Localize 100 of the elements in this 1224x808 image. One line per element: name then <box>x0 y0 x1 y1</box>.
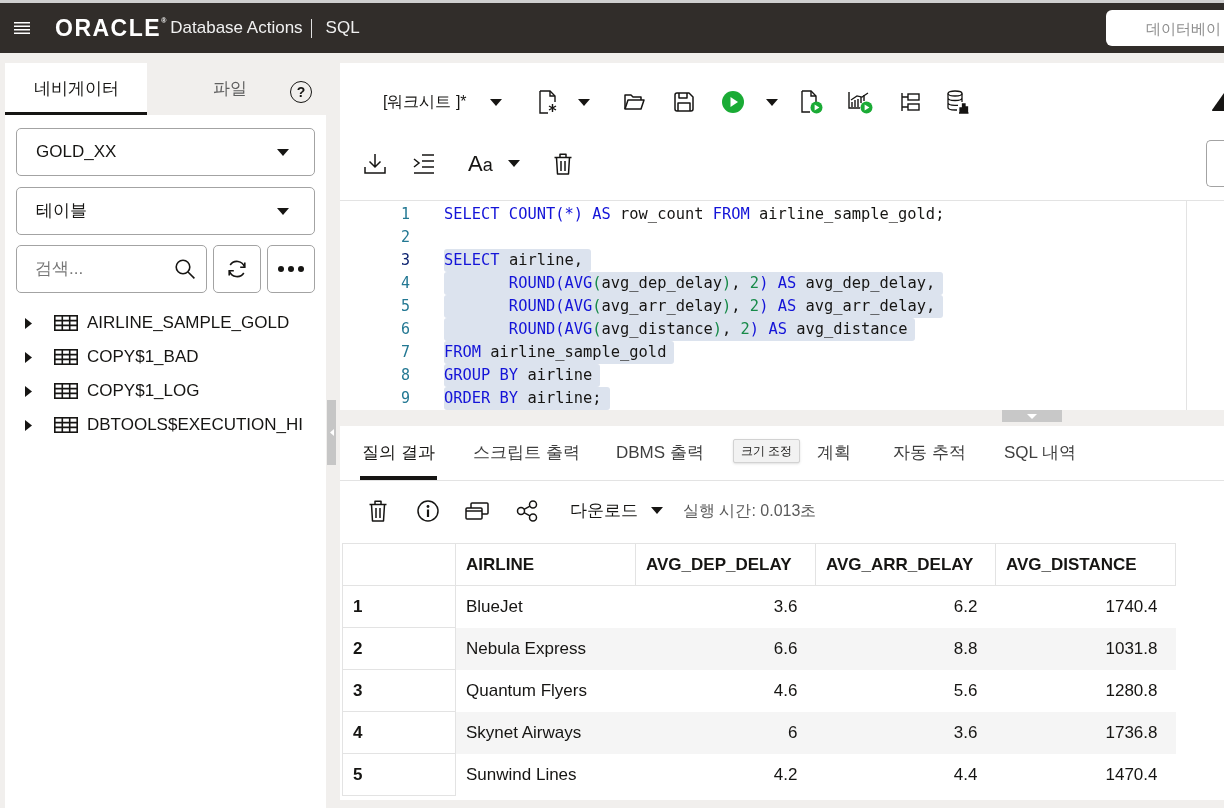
tooltip: 크기 조정 <box>733 439 801 463</box>
column-header[interactable]: AVG_ARR_DELAY <box>815 543 996 586</box>
result-tab[interactable]: SQL 내역 <box>1002 426 1079 480</box>
menu-button[interactable] <box>14 21 30 35</box>
table-cell: 3.6 <box>635 585 816 628</box>
info-icon <box>417 499 439 522</box>
triangle-icon[interactable] <box>1212 93 1224 111</box>
navigator-tab[interactable]: 네비게이터 <box>5 63 147 115</box>
row-number: 1 <box>342 585 456 628</box>
caret-icon <box>277 207 289 215</box>
document-play-icon <box>801 90 823 114</box>
new-file-icon <box>539 90 557 114</box>
table-cell: 8.8 <box>815 627 996 670</box>
result-tab[interactable]: 자동 추적 <box>891 426 968 480</box>
table-cell: Sunwind Lines <box>455 753 636 796</box>
tree-item[interactable]: COPY$1_BAD <box>16 340 315 374</box>
caret-icon[interactable] <box>25 419 32 431</box>
table-cell: 6.2 <box>815 585 996 628</box>
download-icon <box>364 152 386 175</box>
folder-icon <box>623 93 645 111</box>
table-cell: 4.6 <box>635 669 816 712</box>
caret-icon <box>766 98 778 106</box>
table-icon <box>54 383 78 399</box>
line-number: 6 <box>399 319 410 340</box>
table-cell: 1740.4 <box>995 585 1176 628</box>
column-header[interactable]: AVG_DEP_DELAY <box>635 543 816 586</box>
table-icon <box>54 417 78 433</box>
tree-item[interactable]: COPY$1_LOG <box>16 374 315 408</box>
execution-time: 실행 시간: 0.013초 <box>683 500 817 521</box>
caret-icon <box>1027 413 1037 419</box>
play-icon <box>722 91 744 113</box>
save-icon <box>674 92 694 112</box>
row-number: 2 <box>342 627 456 670</box>
row-number: 4 <box>342 711 456 754</box>
search-field[interactable]: 검색... <box>16 245 208 293</box>
object-type-dropdown[interactable]: 테이블 <box>16 187 315 235</box>
table-icon <box>54 315 78 331</box>
refresh-icon <box>227 259 248 279</box>
share-icon <box>516 499 538 522</box>
chart-play-icon <box>847 90 873 114</box>
more-button[interactable] <box>267 245 315 293</box>
result-tab[interactable]: 계획 <box>815 426 853 480</box>
resize-handle[interactable] <box>1002 410 1062 422</box>
worksheet-menu[interactable]: [워크시트 ]* <box>375 84 510 120</box>
refresh-button[interactable] <box>213 245 262 293</box>
splitter-handle[interactable] <box>327 400 336 465</box>
tree-item[interactable]: AIRLINE_SAMPLE_GOLD <box>16 306 315 340</box>
input-field[interactable] <box>1206 140 1224 187</box>
column-header[interactable]: AIRLINE <box>455 543 636 586</box>
table-cell: 1031.8 <box>995 627 1176 670</box>
table-cell: BlueJet <box>455 585 636 628</box>
app-name: Database Actions <box>170 17 303 40</box>
table-cell: Quantum Flyers <box>455 669 636 712</box>
indent-icon <box>413 153 435 174</box>
table-cell: 1280.8 <box>995 669 1176 712</box>
table-cell: 1736.8 <box>995 711 1176 754</box>
result-tab[interactable]: 스크립트 출력 <box>471 426 582 480</box>
line-number: 8 <box>399 365 410 386</box>
caret-icon <box>277 148 289 156</box>
windows-icon <box>465 501 489 520</box>
navigator-tab[interactable]: 파일 <box>172 63 288 115</box>
trash-icon <box>554 152 572 175</box>
line-number: 9 <box>399 388 410 409</box>
caret-icon[interactable] <box>25 317 32 329</box>
line-number: 5 <box>399 296 410 317</box>
result-tab[interactable]: 질의 결과 <box>360 426 437 480</box>
table-cell: 5.6 <box>815 669 996 712</box>
line-number: 2 <box>399 227 410 248</box>
hierarchy-icon <box>900 92 920 112</box>
trash-icon <box>369 499 387 522</box>
column-header[interactable]: AVG_DISTANCE <box>995 543 1176 586</box>
table-icon <box>54 349 78 365</box>
search-field[interactable]: 데이터베이 <box>1106 10 1224 46</box>
caret-icon <box>651 507 663 514</box>
search-icon <box>175 259 196 279</box>
database-chart-icon <box>947 90 969 114</box>
download-menu[interactable]: 다운로드 <box>562 494 668 527</box>
code-line: SELECT COUNT(*) AS row_count FROM airline_sample_gold; <box>444 204 946 225</box>
result-tab[interactable]: DBMS 출력 <box>614 426 706 480</box>
table-cell: 6.6 <box>635 627 816 670</box>
font-size-menu[interactable]: Aa <box>466 145 522 182</box>
caret-icon <box>578 98 590 106</box>
line-number: 3 <box>399 250 410 271</box>
page-title: SQL <box>325 17 360 40</box>
oracle-logo: ORACLE$^{®}$ <box>55 16 167 40</box>
menu-icon <box>14 22 30 34</box>
row-number: 5 <box>342 753 456 796</box>
line-number: 1 <box>399 204 410 225</box>
table-cell: Skynet Airways <box>455 711 636 754</box>
line-number: 4 <box>399 273 410 294</box>
table-cell: 6 <box>635 711 816 754</box>
row-number: 3 <box>342 669 456 712</box>
caret-icon[interactable] <box>25 385 32 397</box>
caret-icon <box>490 98 502 106</box>
tree-item[interactable]: DBTOOLS$EXECUTION_HI <box>16 408 315 442</box>
more-icon <box>278 266 305 272</box>
caret-icon <box>508 160 520 167</box>
line-number: 7 <box>399 342 410 363</box>
schema-dropdown[interactable]: GOLD_XX <box>16 128 315 176</box>
caret-icon[interactable] <box>25 351 32 363</box>
